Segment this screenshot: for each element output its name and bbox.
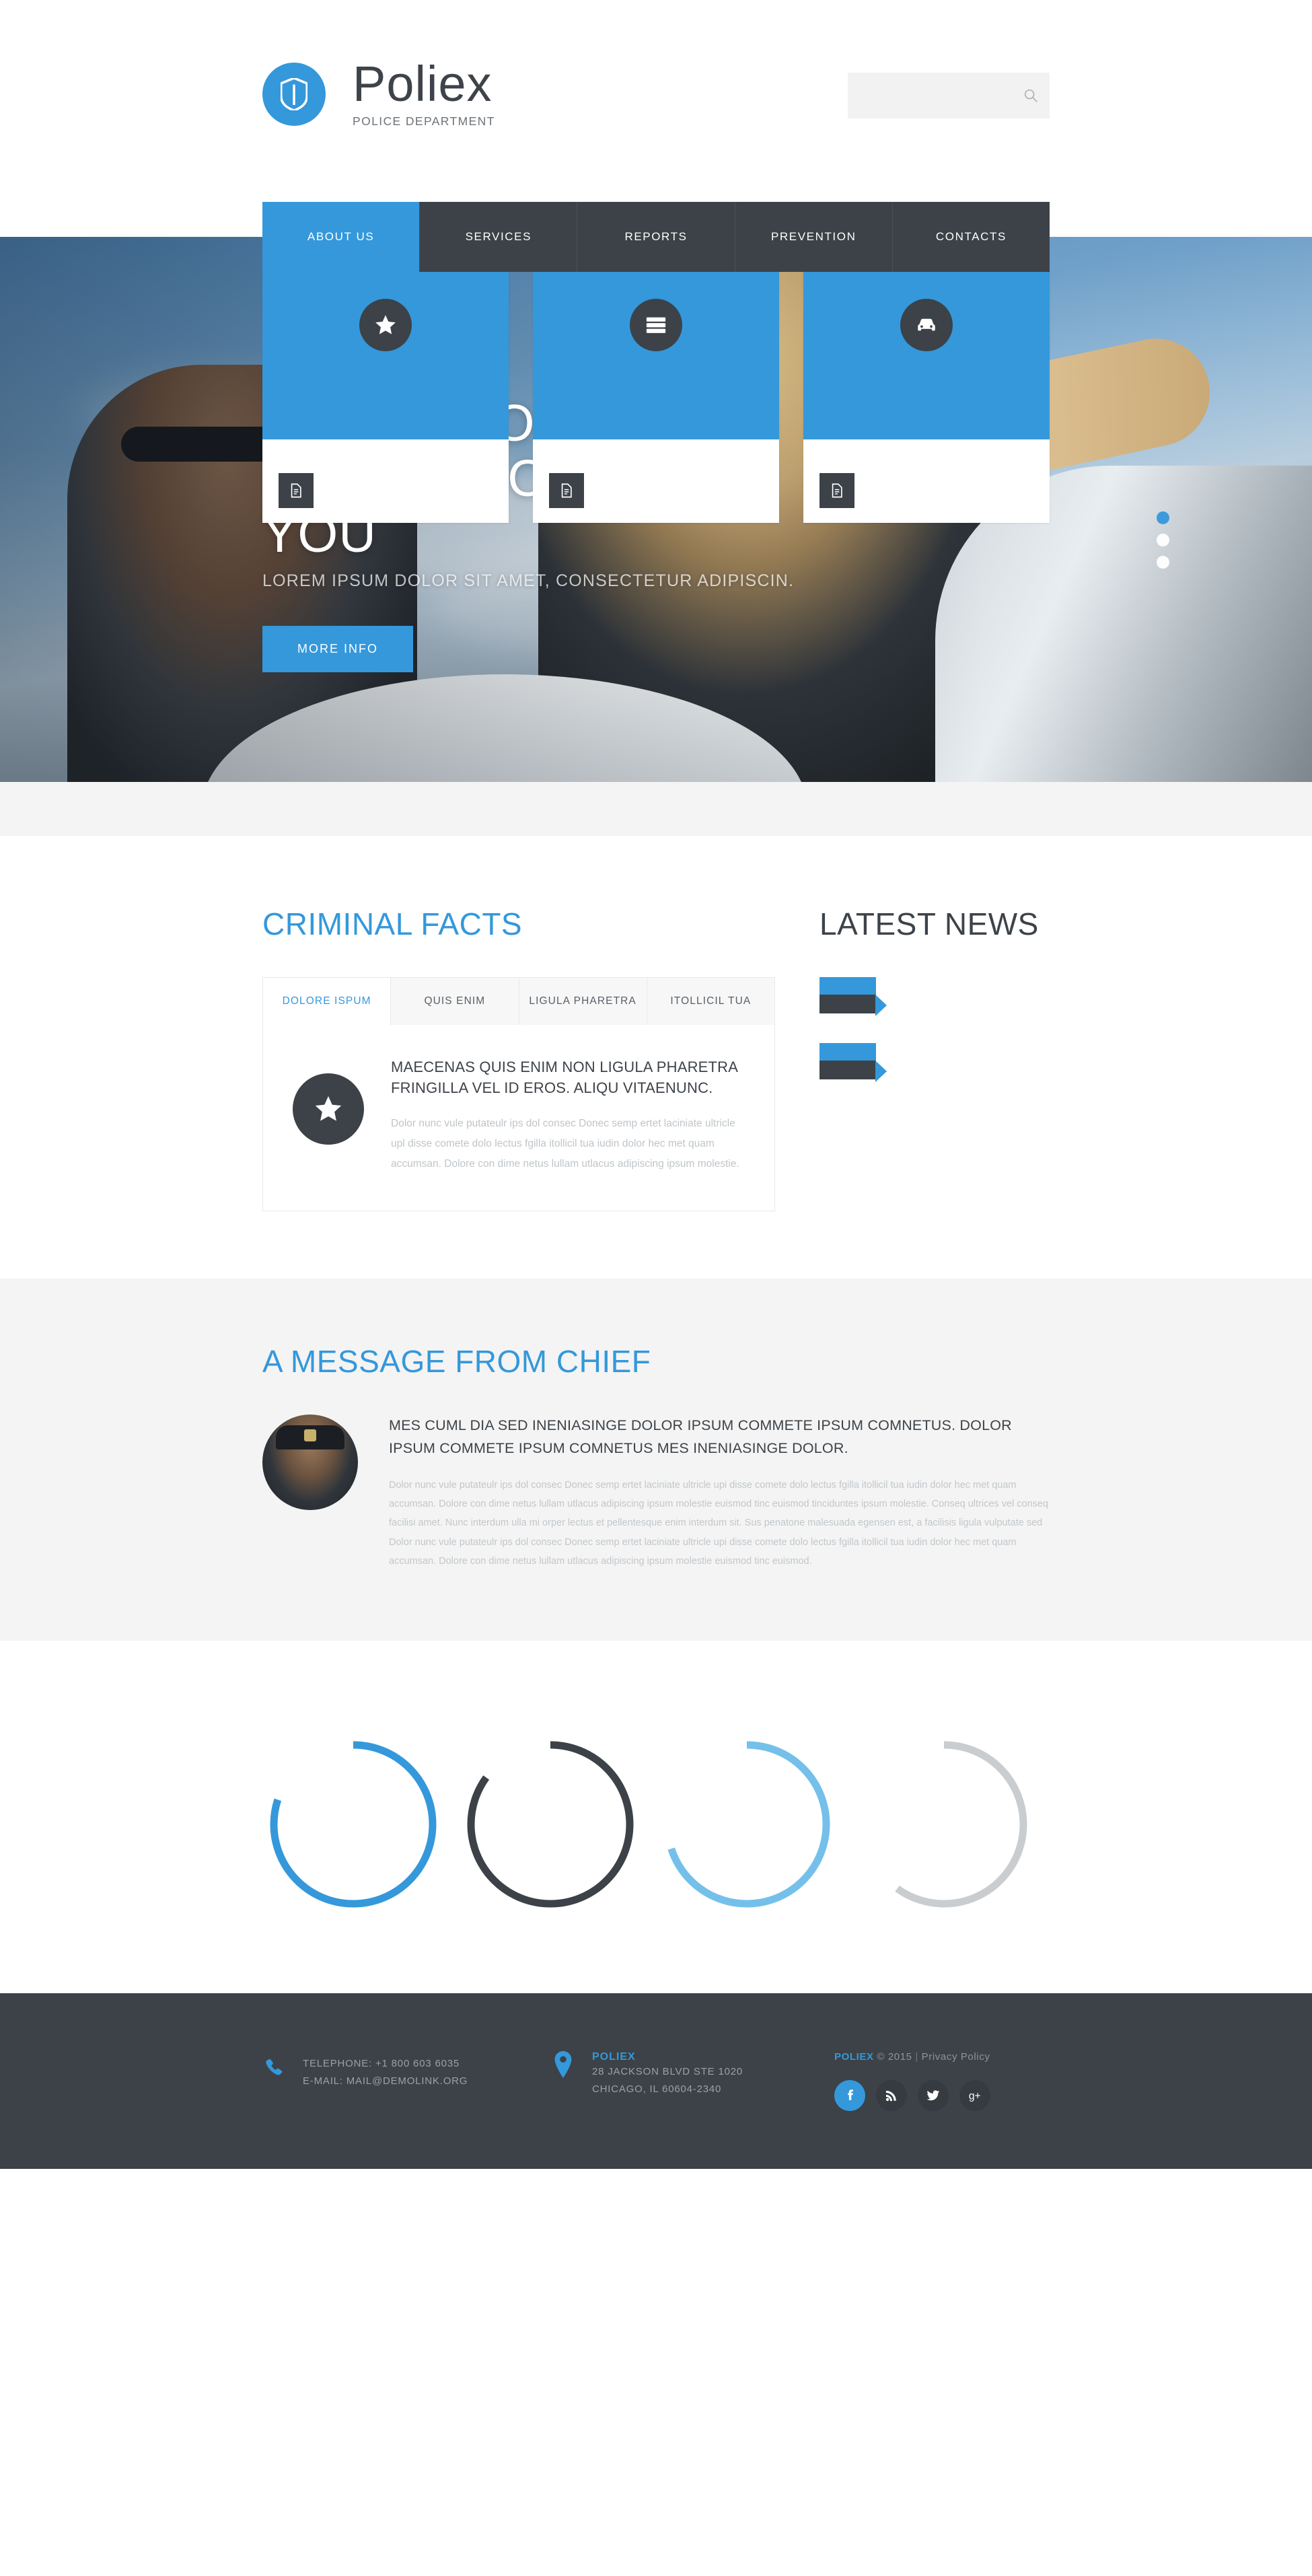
facts-tab-2[interactable]: LIGULA PHARETRA bbox=[519, 978, 647, 1025]
stat-item bbox=[262, 1704, 460, 1915]
news-month-year bbox=[819, 995, 876, 1013]
facts-tab-0[interactable]: DOLORE ISPUM bbox=[263, 978, 392, 1025]
footer-address: POLIEX 28 JACKSON BLVD STE 1020 CHICAGO, … bbox=[552, 2046, 834, 2099]
service-card-header bbox=[803, 271, 1050, 440]
google-plus-icon[interactable]: g+ bbox=[959, 2080, 990, 2112]
service-card-document-link[interactable] bbox=[549, 473, 584, 509]
star-icon bbox=[359, 299, 412, 351]
facts-tab-1[interactable]: QUIS ENIM bbox=[391, 978, 519, 1025]
criminal-facts-block: CRIMINAL FACTS DOLORE ISPUM QUIS ENIM LIGU… bbox=[262, 906, 775, 1212]
statistics-section bbox=[0, 1641, 1312, 1994]
copyright-brand: POLIEX bbox=[834, 2051, 874, 2063]
service-card-document-link[interactable] bbox=[819, 473, 854, 509]
site-footer: TELEPHONE: +1 800 603 6035 E-MAIL: MAIL@D… bbox=[0, 1993, 1312, 2170]
chief-heading: MES CUML DIA SED INENIASINGE DOLOR IPSUM… bbox=[389, 1417, 1012, 1456]
progress-circle bbox=[460, 1733, 641, 1915]
search-input[interactable] bbox=[848, 73, 1012, 118]
news-date bbox=[819, 977, 887, 1016]
search-box[interactable] bbox=[848, 73, 1050, 118]
news-date-arrow bbox=[875, 1061, 887, 1082]
progress-circle bbox=[262, 1733, 444, 1915]
news-date bbox=[819, 1043, 887, 1082]
page-root: Poliex POLICE DEPARTMENT ABOUT US SERVICE… bbox=[0, 0, 1312, 2170]
nav-item-services[interactable]: SERVICES bbox=[420, 202, 578, 272]
main-navigation: ABOUT US SERVICES REPORTS PREVENTION CONTACT… bbox=[0, 202, 1312, 272]
footer-phone-line: E-MAIL: MAIL@DEMOLINK.ORG bbox=[303, 2075, 468, 2087]
phone-icon bbox=[262, 2055, 285, 2091]
services-section bbox=[0, 271, 1312, 836]
facts-tabs[interactable]: DOLORE ISPUM QUIS ENIM LIGULA PHARETRA ITOL… bbox=[262, 977, 775, 1025]
nav-item-prevention[interactable]: PREVENTION bbox=[735, 202, 893, 272]
facts-panel-heading: MAECENAS QUIS ENIM NON LIGULA PHARETRA F… bbox=[391, 1059, 737, 1096]
logo-subtitle: POLICE DEPARTMENT bbox=[353, 114, 495, 129]
footer-address-line: CHICAGO, IL 60604-2340 bbox=[592, 2083, 722, 2096]
footer-brand: POLIEX bbox=[592, 2051, 636, 2063]
chief-text: Dolor nunc vule putateulr ips dol consec… bbox=[389, 1479, 1049, 1567]
news-date-arrow bbox=[875, 995, 887, 1016]
more-info-button[interactable]: MORE INFO bbox=[262, 626, 413, 673]
news-item[interactable] bbox=[819, 1043, 1050, 1082]
privacy-policy-link[interactable]: Privacy Policy bbox=[922, 2051, 990, 2063]
footer-phone-line: TELEPHONE: +1 800 603 6035 bbox=[303, 2058, 460, 2070]
search-icon bbox=[1024, 89, 1037, 102]
service-card-header bbox=[262, 271, 509, 440]
nav-item-about-us[interactable]: ABOUT US bbox=[262, 202, 421, 272]
logo[interactable]: Poliex POLICE DEPARTMENT bbox=[262, 59, 495, 129]
service-card-header bbox=[533, 271, 779, 440]
slider-dot-3[interactable] bbox=[1157, 556, 1169, 569]
svg-text:g+: g+ bbox=[969, 2091, 981, 2102]
facts-tab-3[interactable]: ITOLLICIL TUA bbox=[647, 978, 774, 1025]
map-pin-icon bbox=[552, 2051, 575, 2099]
nav-item-contacts[interactable]: CONTACTS bbox=[893, 202, 1050, 272]
statistics-icon bbox=[630, 299, 682, 351]
site-header: Poliex POLICE DEPARTMENT bbox=[0, 0, 1312, 202]
news-day bbox=[819, 977, 876, 995]
stat-item bbox=[853, 1704, 1050, 1915]
stat-item bbox=[460, 1704, 657, 1915]
news-month-year bbox=[819, 1061, 876, 1079]
stat-item bbox=[656, 1704, 853, 1915]
star-icon bbox=[293, 1073, 364, 1145]
facts-tab-panel: MAECENAS QUIS ENIM NON LIGULA PHARETRA F… bbox=[262, 1025, 775, 1212]
search-button[interactable] bbox=[1012, 73, 1050, 118]
copyright-year: © 2015 bbox=[877, 2051, 912, 2063]
footer-contact: TELEPHONE: +1 800 603 6035 E-MAIL: MAIL@D… bbox=[262, 2046, 552, 2091]
footer-copyright-block: POLIEX © 2015 | Privacy Policy g+ bbox=[834, 2046, 1050, 2112]
nav-item-reports[interactable]: REPORTS bbox=[577, 202, 735, 272]
copyright-separator: | bbox=[915, 2051, 918, 2063]
service-card bbox=[262, 271, 509, 524]
rss-icon[interactable] bbox=[876, 2080, 907, 2112]
progress-circle bbox=[853, 1733, 1035, 1915]
logo-title: Poliex bbox=[353, 56, 493, 112]
latest-news-title: LATEST NEWS bbox=[819, 906, 1039, 941]
chief-message-section: A MESSAGE FROM CHIEF MES CUML DIA SED IN… bbox=[0, 1279, 1312, 1641]
shield-icon bbox=[262, 62, 326, 126]
facts-panel-text: Dolor nunc vule putateulr ips dol consec… bbox=[391, 1117, 739, 1170]
slider-dot-2[interactable] bbox=[1157, 534, 1169, 546]
latest-news-block: LATEST NEWS bbox=[819, 906, 1050, 1211]
service-card-document-link[interactable] bbox=[279, 473, 314, 509]
slider-dot-1[interactable] bbox=[1157, 511, 1169, 524]
chief-section-title: A MESSAGE FROM CHIEF bbox=[262, 1344, 651, 1380]
twitter-icon[interactable] bbox=[918, 2080, 949, 2112]
news-item[interactable] bbox=[819, 977, 1050, 1016]
criminal-facts-title: CRIMINAL FACTS bbox=[262, 906, 523, 941]
copyright: POLIEX © 2015 | Privacy Policy bbox=[834, 2051, 1050, 2063]
progress-circle bbox=[656, 1733, 838, 1915]
facebook-icon[interactable] bbox=[834, 2080, 865, 2112]
footer-address-line: 28 JACKSON BLVD STE 1020 bbox=[592, 2066, 743, 2078]
slider-pagination[interactable] bbox=[1157, 511, 1169, 578]
service-card bbox=[533, 271, 779, 524]
hero-subtitle: LOREM IPSUM DOLOR SIT AMET, CONSECTETUR … bbox=[262, 571, 795, 591]
avatar bbox=[262, 1415, 358, 1511]
car-icon bbox=[900, 299, 953, 351]
service-card bbox=[803, 271, 1050, 524]
news-day bbox=[819, 1043, 876, 1061]
